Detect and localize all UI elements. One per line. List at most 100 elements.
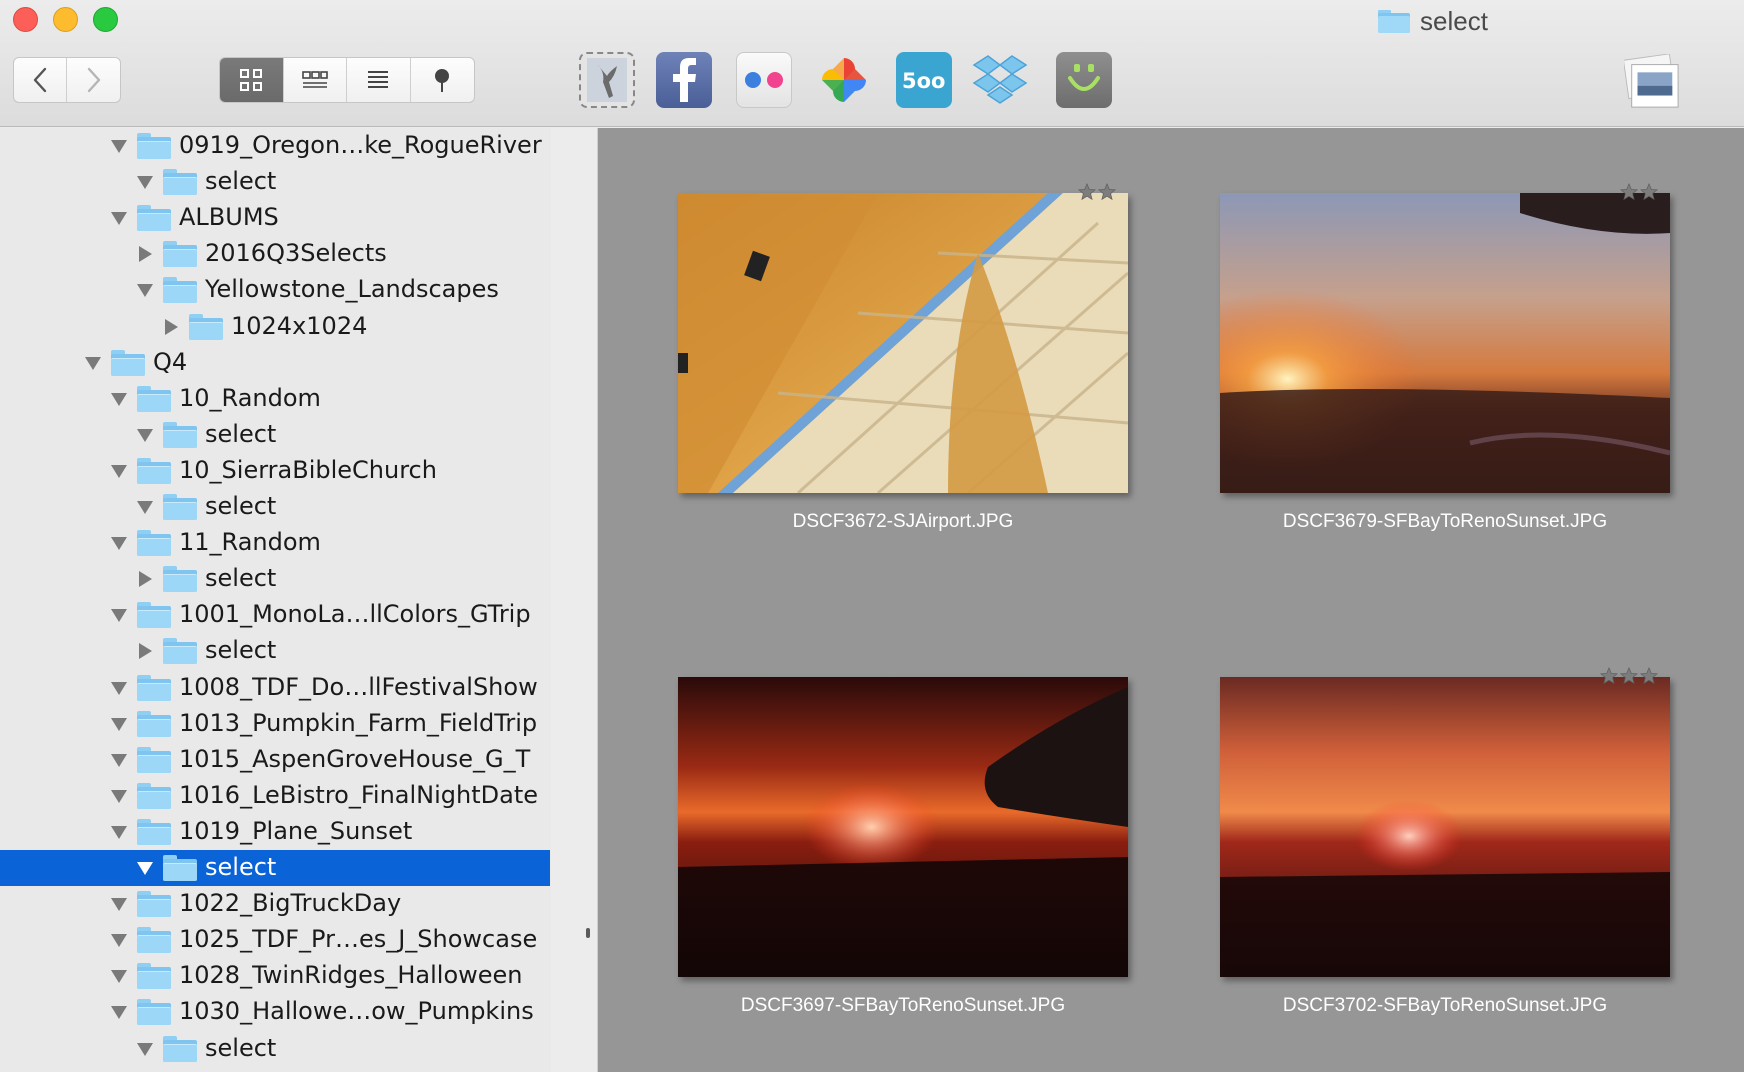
disclosure-triangle-down-icon[interactable] [135,497,155,517]
sidebar-folder-row[interactable]: select [0,417,550,453]
sidebar-folder-row[interactable]: 1030_Hallowe…ow_Pumpkins [0,994,550,1030]
rating-stars[interactable] [1619,182,1659,201]
sidebar-folder-row[interactable]: 11_Random [0,525,550,561]
sidebar-folder-row[interactable]: select [0,489,550,525]
sidebar-folder-row[interactable]: select [0,164,550,200]
folder-label: 1024x1024 [231,311,368,340]
disclosure-triangle-down-icon[interactable] [135,172,155,192]
disclosure-triangle-down-icon[interactable] [109,966,129,986]
sidebar-folder-row[interactable]: select [0,1031,550,1067]
photo-sunset-wing-dark [678,677,1128,977]
sidebar-folder-row[interactable]: 1028_TwinRidges_Halloween [0,958,550,994]
disclosure-triangle-down-icon[interactable] [109,714,129,734]
folder-icon [163,421,197,448]
sidebar-folder-row[interactable]: 10_SierraBibleChurch [0,453,550,489]
sidebar-folder-row[interactable]: 1022_BigTruckDay [0,886,550,922]
sidebar-folder-row[interactable]: select [0,633,550,669]
photo-thumbnail[interactable] [678,677,1128,977]
disclosure-triangle-down-icon[interactable] [109,389,129,409]
disclosure-triangle-down-icon[interactable] [109,1002,129,1022]
disclosure-triangle-right-icon[interactable] [135,641,155,661]
disclosure-triangle-down-icon[interactable] [109,605,129,625]
sidebar-folder-row[interactable]: Yellowstone_Landscapes [0,272,550,308]
smugmug-icon [1068,64,1100,91]
folder-icon [163,566,197,593]
share-flickr-button[interactable] [736,52,792,108]
folder-label: 1028_TwinRidges_Halloween [179,961,523,990]
minimize-window-button[interactable] [53,7,78,32]
filmstrip-view-button[interactable] [284,58,347,102]
finder-window: select 5oo 0919_Oregon…ke_RogueRiver sel… [0,0,1744,1072]
folder-label: select [205,419,277,448]
sidebar-folder-row[interactable]: select [0,850,550,886]
disclosure-triangle-right-icon[interactable] [135,569,155,589]
sidebar-folder-row[interactable]: 1024x1024 [0,309,550,345]
share-dropbox-button[interactable] [972,52,1028,108]
share-photos-button[interactable] [579,52,635,108]
share-google-photos-button[interactable] [816,52,872,108]
close-window-button[interactable] [13,7,38,32]
disclosure-triangle-right-icon[interactable] [161,317,181,337]
disclosure-triangle-down-icon[interactable] [109,136,129,156]
sidebar-folder-row[interactable]: 1001_MonoLa…llColors_GTrip [0,597,550,633]
star-icon [1639,666,1659,685]
disclosure-triangle-down-icon[interactable] [135,280,155,300]
sidebar-folder-row[interactable]: 1025_TDF_Pr…es_J_Showcase [0,922,550,958]
forward-button[interactable] [67,58,120,102]
photo-sunset-wing [1220,193,1670,493]
folder-icon [137,782,171,809]
disclosure-triangle-down-icon[interactable] [109,930,129,950]
sidebar-folder-row[interactable]: 1015_AspenGroveHouse_G_T [0,742,550,778]
folder-label: 1016_LeBistro_FinalNightDate [179,780,539,809]
photo-thumbnail[interactable] [678,193,1128,493]
disclosure-triangle-down-icon[interactable] [109,750,129,770]
share-facebook-button[interactable] [656,52,712,108]
disclosure-triangle-down-icon[interactable] [109,894,129,914]
photo-thumbnail[interactable] [1220,193,1670,493]
star-icon [1599,666,1619,685]
disclosure-triangle-down-icon[interactable] [109,678,129,698]
folder-label: 1025_TDF_Pr…es_J_Showcase [179,925,538,954]
disclosure-triangle-down-icon[interactable] [109,208,129,228]
rating-stars[interactable] [1077,182,1117,201]
sidebar-folder-row[interactable]: 1008_TDF_Do…llFestivalShow [0,670,550,706]
rating-stars[interactable] [1599,666,1659,685]
sidebar-folder-row[interactable]: Q4 [0,345,550,381]
disclosure-triangle-down-icon[interactable] [109,461,129,481]
disclosure-triangle-down-icon[interactable] [109,822,129,842]
sidebar-folder-row[interactable]: 1013_Pumpkin_Farm_FieldTrip [0,706,550,742]
list-view-button[interactable] [347,58,411,102]
disclosure-triangle-down-icon[interactable] [135,425,155,445]
slideshow-icon [1624,54,1679,108]
folder-icon [163,277,197,304]
disclosure-triangle-down-icon[interactable] [109,533,129,553]
sidebar-folder-row[interactable]: 1016_LeBistro_FinalNightDate [0,778,550,814]
back-button[interactable] [14,58,68,102]
sidebar-folder-row[interactable]: 0919_Oregon…ke_RogueRiver [0,128,550,164]
photo-thumbnail[interactable] [1220,677,1670,977]
sidebar-folder-row[interactable]: 1019_Plane_Sunset [0,814,550,850]
disclosure-triangle-right-icon[interactable] [135,244,155,264]
folder-label: select [205,492,277,520]
folder-label: 2016Q3Selects [205,239,387,268]
sidebar-folder-row[interactable]: 2016Q3Selects [0,236,550,272]
disclosure-triangle-down-icon[interactable] [109,786,129,806]
google-photos-icon [822,58,866,102]
disclosure-triangle-down-icon[interactable] [135,858,155,878]
star-icon [1077,182,1097,201]
folder-label: 11_Random [179,528,321,557]
grid-view-button[interactable] [220,58,284,102]
slideshow-button[interactable] [1624,54,1680,110]
disclosure-triangle-down-icon[interactable] [83,353,103,373]
share-500px-button[interactable]: 5oo [896,52,952,108]
sidebar-folder-row[interactable]: select [0,561,550,597]
folder-label: select [205,1033,277,1062]
sidebar-folder-row[interactable]: 10_Random [0,381,550,417]
share-smugmug-button[interactable] [1056,52,1112,108]
zoom-window-button[interactable] [93,7,118,32]
grid-view-icon [240,69,263,91]
sidebar-folder-row[interactable]: ALBUMS [0,200,550,236]
folder-icon [137,927,171,954]
map-view-button[interactable] [411,58,475,102]
disclosure-triangle-down-icon[interactable] [135,1039,155,1059]
